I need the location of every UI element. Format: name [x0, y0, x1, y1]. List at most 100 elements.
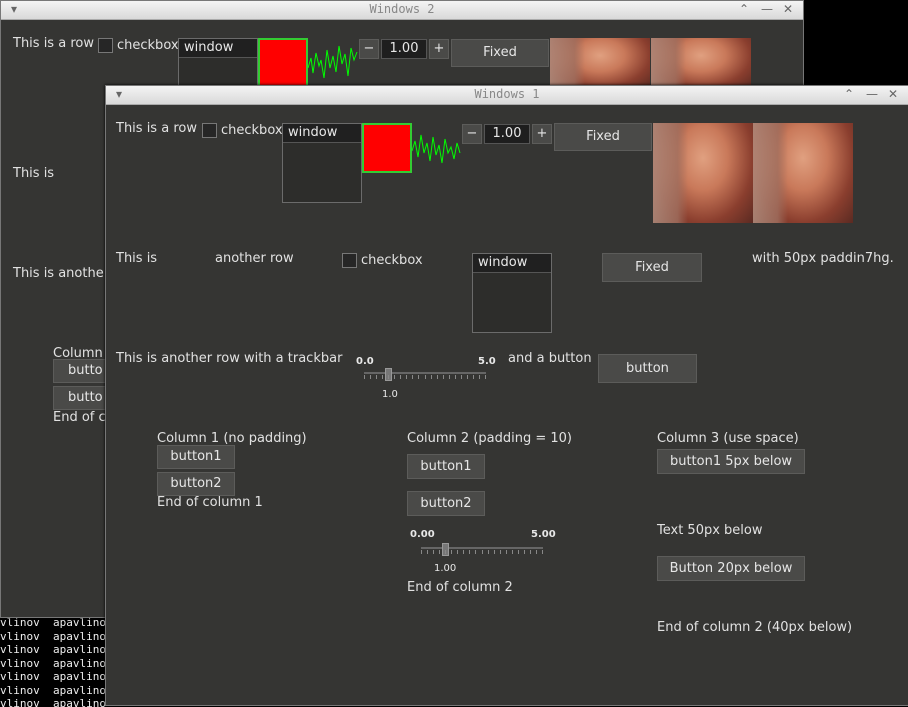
- sub-window[interactable]: window: [282, 123, 362, 203]
- trackbar-tick: [478, 375, 480, 379]
- trackbar-tick: [475, 550, 477, 554]
- trackbar-tick: [442, 375, 444, 379]
- sub-window-title: window: [179, 39, 257, 58]
- trackbar-value-label: 1.00: [434, 563, 457, 574]
- button2[interactable]: button2: [407, 491, 485, 516]
- red-image: [362, 123, 412, 173]
- maximize-icon[interactable]: —: [866, 87, 878, 101]
- row-text: with 50px paddin7hg.: [752, 251, 894, 266]
- trackbar-tick: [382, 375, 384, 379]
- fixed-button[interactable]: Fixed: [602, 253, 702, 282]
- trackbar-tick: [400, 375, 402, 379]
- window-2-title: Windows 2: [369, 2, 435, 16]
- checkbox-label: checkbox: [221, 123, 283, 138]
- terminal-line: vlinov apavlino: [0, 697, 106, 707]
- close-icon[interactable]: ✕: [783, 2, 793, 16]
- lena-image: [651, 38, 751, 88]
- trackbar-tick: [454, 375, 456, 379]
- terminal-line: vlinov apavlino: [0, 656, 106, 670]
- column-title: Column 2 (padding = 10): [407, 431, 572, 446]
- trackbar-tick: [535, 550, 537, 554]
- checkbox[interactable]: [98, 38, 113, 53]
- sub-window-title: window: [283, 124, 361, 143]
- row-text: This is another row with a trackbar: [116, 351, 343, 366]
- lena-image: [550, 38, 650, 88]
- terminal-background: vlinov apavlino vlinov apavlino vlinov a…: [0, 616, 110, 707]
- column-end-text: End of c: [53, 410, 106, 425]
- maximize-icon[interactable]: —: [761, 2, 773, 16]
- spin-value[interactable]: 1.00: [484, 124, 530, 144]
- decrement-button[interactable]: −: [359, 39, 379, 59]
- fixed-button[interactable]: Fixed: [451, 39, 549, 67]
- spin-value[interactable]: 1.00: [381, 39, 427, 59]
- terminal-line: vlinov apavlino: [0, 683, 106, 697]
- column-end-text: End of column 1: [157, 495, 263, 510]
- button2[interactable]: button2: [157, 472, 235, 496]
- trackbar-tick: [505, 550, 507, 554]
- trackbar-tick: [370, 375, 372, 379]
- minimize-icon[interactable]: ⌃: [844, 87, 854, 101]
- terminal-line: vlinov apavlino: [0, 670, 106, 683]
- trackbar-tick: [421, 550, 422, 554]
- minimize-icon[interactable]: ⌃: [739, 2, 749, 16]
- trackbar-max-label: 5.0: [478, 356, 496, 367]
- decrement-button[interactable]: −: [462, 124, 482, 144]
- button1[interactable]: button1 5px below: [657, 449, 805, 474]
- row-text: another row: [215, 251, 294, 266]
- window-1: ▾ Windows 1 ⌃ — ✕ This is a row checkbox…: [105, 85, 908, 706]
- button1[interactable]: butto: [53, 359, 113, 383]
- trackbar-tick: [433, 550, 435, 554]
- trackbar-tick: [430, 375, 432, 379]
- sub-window-title: window: [473, 254, 551, 273]
- trackbar-min-label: 0.00: [410, 529, 435, 540]
- close-icon[interactable]: ✕: [888, 87, 898, 101]
- trackbar-tick: [427, 550, 429, 554]
- trackbar-tick: [466, 375, 468, 379]
- trackbar[interactable]: [364, 368, 486, 381]
- trackbar-tick: [499, 550, 501, 554]
- button1[interactable]: button1: [407, 454, 485, 479]
- column-title: Column 1 (no padding): [157, 431, 307, 446]
- trackbar-max-label: 5.00: [531, 529, 556, 540]
- button[interactable]: button: [598, 354, 697, 383]
- trackbar-tick: [485, 375, 486, 379]
- trackbar-tick: [448, 375, 450, 379]
- button1[interactable]: button1: [157, 445, 235, 469]
- trackbar-tick: [517, 550, 519, 554]
- terminal-line: vlinov apavlino: [0, 616, 106, 629]
- trackbar[interactable]: [421, 543, 543, 556]
- trackbar-tick: [469, 550, 471, 554]
- window-2-titlebar[interactable]: ▾ Windows 2 ⌃ — ✕: [1, 1, 803, 20]
- row-text: This is anothe: [13, 266, 104, 281]
- window-1-titlebar[interactable]: ▾ Windows 1 ⌃ — ✕: [106, 86, 908, 105]
- row-text: This is a row: [13, 36, 94, 51]
- button2[interactable]: butto: [53, 386, 113, 410]
- lena-image: [753, 123, 853, 223]
- checkbox[interactable]: [202, 123, 217, 138]
- trackbar-tick: [412, 375, 414, 379]
- trackbar-tick: [460, 375, 462, 379]
- checkbox[interactable]: [342, 253, 357, 268]
- increment-button[interactable]: +: [429, 39, 449, 59]
- trackbar-tick: [436, 375, 438, 379]
- trackbar-tick: [376, 375, 378, 379]
- row-text: This is a row: [116, 121, 197, 136]
- trackbar-value-label: 1.0: [382, 389, 398, 400]
- trackbar-tick: [364, 375, 365, 379]
- trackbar-tick: [472, 375, 474, 379]
- increment-button[interactable]: +: [532, 124, 552, 144]
- trackbar-tick: [481, 550, 483, 554]
- trackbar-tick: [424, 375, 426, 379]
- button2[interactable]: Button 20px below: [657, 556, 805, 581]
- terminal-line: vlinov apavlino: [0, 629, 106, 643]
- column-title: Column 3 (use space): [657, 431, 799, 446]
- trackbar-tick: [463, 550, 465, 554]
- fixed-button[interactable]: Fixed: [554, 123, 652, 151]
- sub-window[interactable]: window: [472, 253, 552, 333]
- trackbar-tick: [439, 550, 441, 554]
- trackbar-tick: [529, 550, 531, 554]
- trackbar-tick: [457, 550, 459, 554]
- window-1-title: Windows 1: [474, 87, 540, 101]
- row-text: This is: [13, 166, 55, 181]
- column-end-text: End of column 2: [407, 580, 513, 595]
